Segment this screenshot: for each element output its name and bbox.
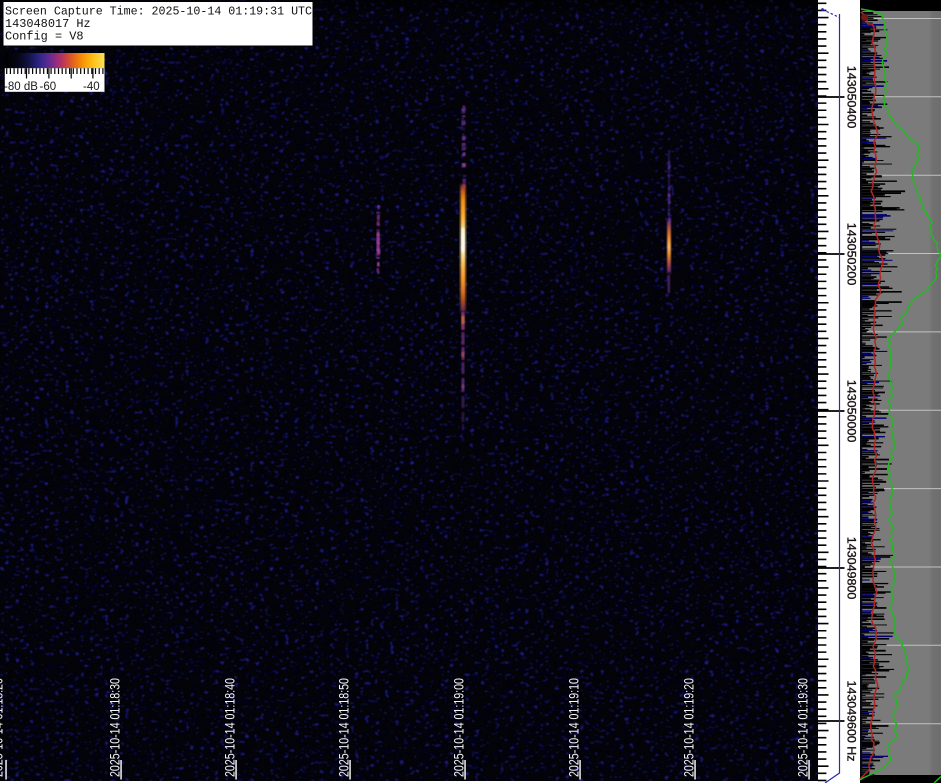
svg-text:-80 dB: -80 dB: [4, 81, 38, 93]
svg-text:-40: -40: [83, 81, 100, 93]
svg-text:2025-10-14 01:19:20: 2025-10-14 01:19:20: [682, 678, 697, 777]
svg-text:2025-10-14 01:18:50: 2025-10-14 01:18:50: [337, 678, 352, 777]
svg-text:2025-10-14 01:18:20: 2025-10-14 01:18:20: [0, 678, 6, 777]
svg-text:2025-10-14 01:19:30: 2025-10-14 01:19:30: [796, 678, 811, 777]
svg-text:-60: -60: [39, 81, 56, 93]
svg-text:143050200: 143050200: [845, 223, 857, 285]
svg-text:143050000: 143050000: [845, 380, 857, 443]
svg-text:2025-10-14 01:18:30: 2025-10-14 01:18:30: [108, 678, 123, 777]
svg-text:2025-10-14 01:19:10: 2025-10-14 01:19:10: [567, 678, 582, 777]
svg-text:2025-10-14 01:19:00: 2025-10-14 01:19:00: [452, 678, 467, 777]
svg-text:2025-10-14 01:18:40: 2025-10-14 01:18:40: [223, 678, 238, 777]
svg-text:Config = V8: Config = V8: [5, 30, 84, 44]
svg-text:143050400: 143050400: [845, 66, 857, 129]
svg-text:143049600 Hz: 143049600 Hz: [845, 681, 857, 762]
svg-text:143049800: 143049800: [845, 537, 857, 600]
